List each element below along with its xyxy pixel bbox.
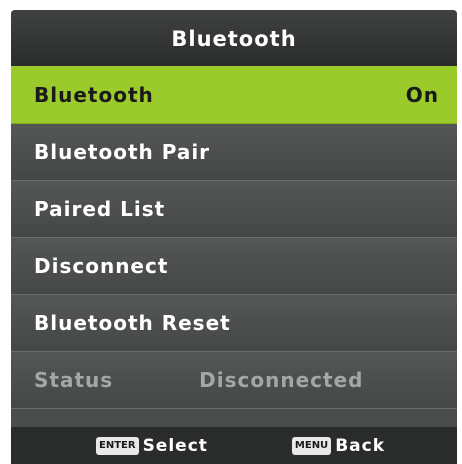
menu-item-bluetooth-label: Bluetooth bbox=[34, 82, 154, 107]
status-row: Status Disconnected bbox=[11, 352, 457, 409]
menu-item-disconnect[interactable]: Disconnect bbox=[11, 238, 457, 295]
menu-item-bluetooth[interactable]: Bluetooth On bbox=[11, 66, 457, 124]
enter-key-icon: ENTER bbox=[96, 436, 139, 455]
menu-item-bluetooth-pair[interactable]: Bluetooth Pair bbox=[11, 124, 457, 181]
footer-hints: ENTER Select MENU Back bbox=[11, 427, 457, 464]
menu-item-paired-list-label: Paired List bbox=[34, 197, 166, 221]
back-hint: MENU Back bbox=[291, 435, 385, 456]
menu-item-bluetooth-reset[interactable]: Bluetooth Reset bbox=[11, 295, 457, 352]
menu-item-bluetooth-reset-label: Bluetooth Reset bbox=[34, 311, 231, 335]
menu-item-bluetooth-pair-label: Bluetooth Pair bbox=[34, 140, 211, 164]
menu-item-disconnect-label: Disconnect bbox=[34, 254, 169, 278]
menu-title: Bluetooth bbox=[11, 10, 457, 66]
select-hint: ENTER Select bbox=[96, 436, 208, 456]
status-label: Status bbox=[34, 368, 114, 392]
status-value: Disconnected bbox=[199, 368, 364, 392]
select-hint-label: Select bbox=[142, 435, 208, 456]
back-hint-label: Back bbox=[335, 435, 385, 456]
menu-key-icon: MENU bbox=[291, 436, 332, 455]
bluetooth-menu: Bluetooth Bluetooth On Bluetooth Pair Pa… bbox=[11, 10, 457, 464]
bluetooth-state-value: On bbox=[405, 82, 439, 107]
menu-item-paired-list[interactable]: Paired List bbox=[11, 181, 457, 238]
